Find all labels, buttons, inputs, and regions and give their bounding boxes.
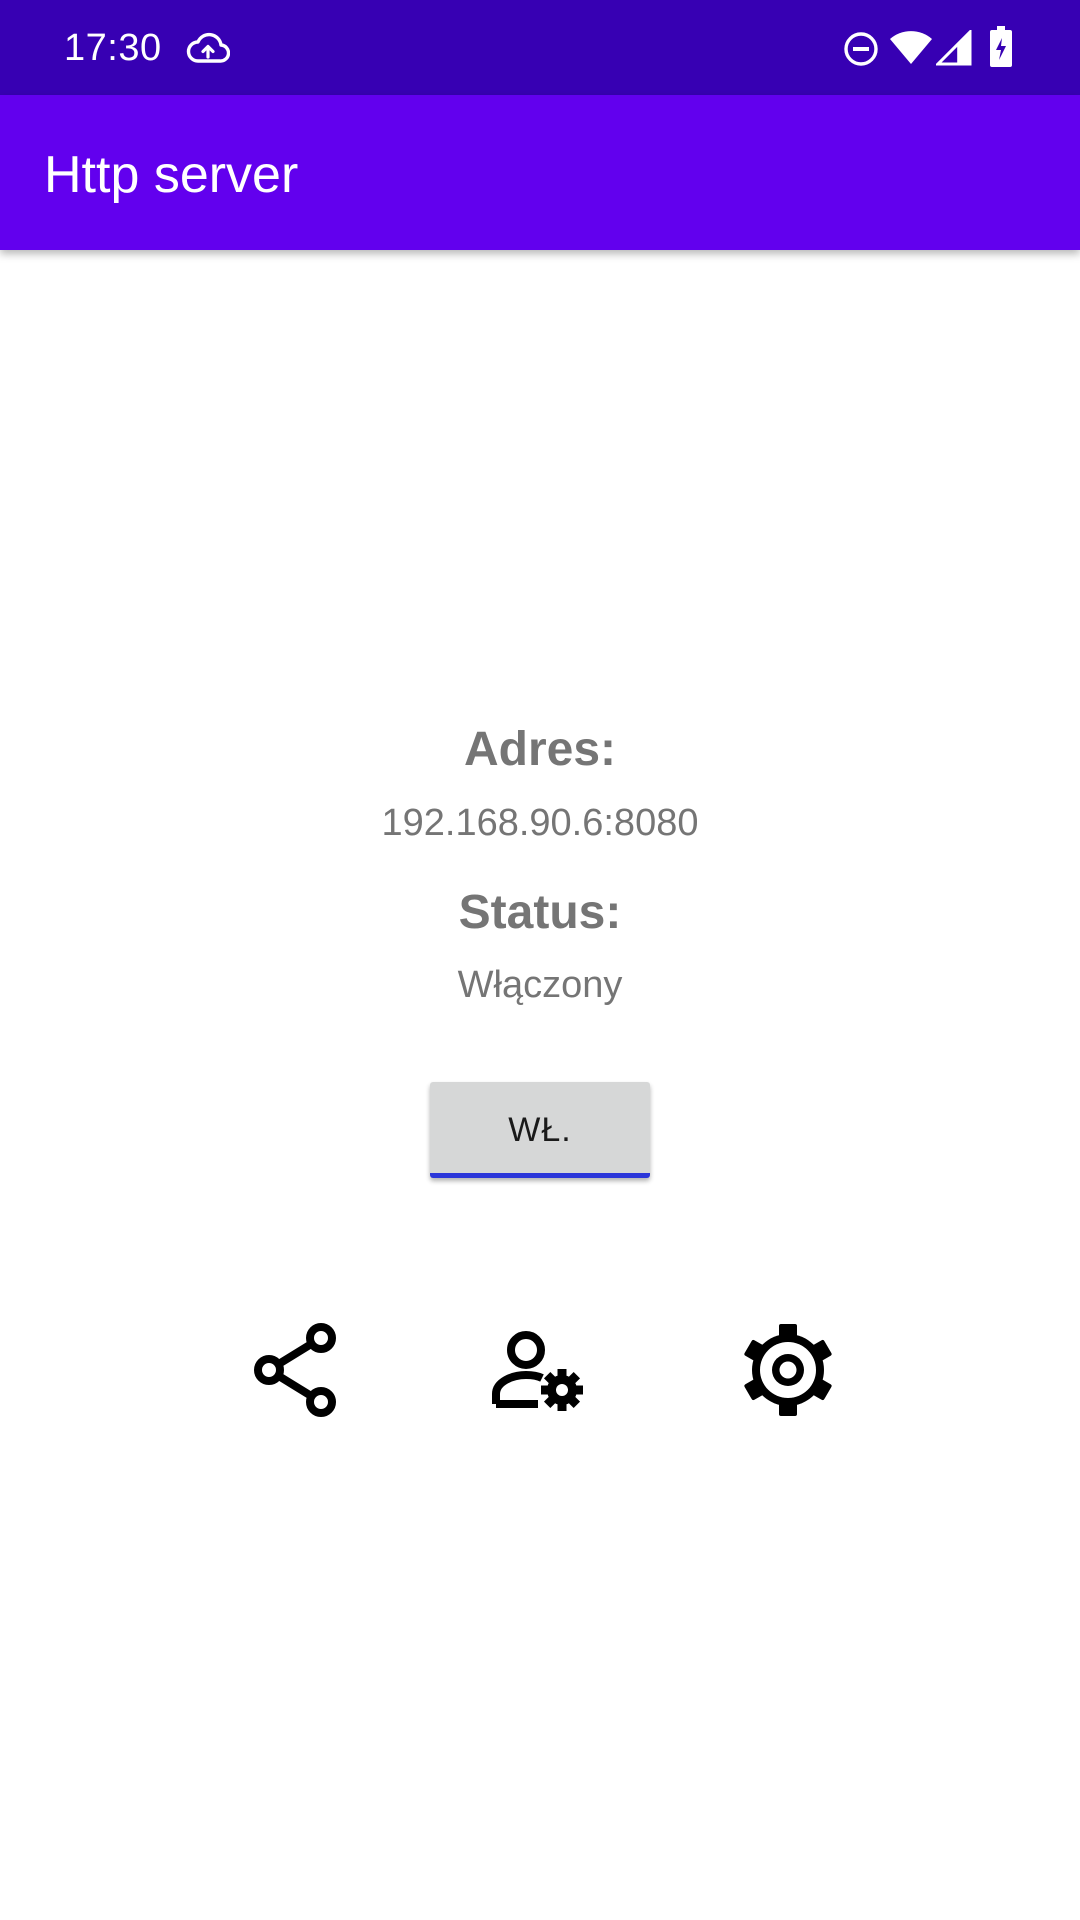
status-time: 17:30 — [64, 27, 162, 69]
app-bar: Http server — [0, 95, 1080, 250]
user-settings-icon[interactable] — [490, 1320, 590, 1420]
cloud-upload-icon — [186, 32, 230, 63]
wifi-icon — [890, 31, 932, 64]
status-bar: 17:30 — [0, 0, 1080, 95]
status-label: Status: — [458, 886, 622, 939]
do-not-disturb-icon — [844, 32, 878, 66]
status-value: Włączony — [457, 964, 623, 1006]
server-toggle-underline — [430, 1173, 650, 1178]
app-title: Http server — [44, 146, 299, 204]
battery-charging-icon — [990, 26, 1012, 67]
share-icon[interactable] — [244, 1320, 344, 1420]
address-label: Adres: — [463, 723, 617, 776]
address-value: 192.168.90.6:8080 — [381, 802, 699, 844]
settings-gear-icon[interactable] — [738, 1320, 838, 1420]
server-toggle-button[interactable]: WŁ. — [430, 1082, 650, 1178]
screen: 17:30 Http server Adres: 192.168.90.6:80… — [0, 0, 1080, 1920]
cellular-signal-icon — [936, 30, 972, 66]
server-toggle-label: WŁ. — [508, 1111, 572, 1149]
